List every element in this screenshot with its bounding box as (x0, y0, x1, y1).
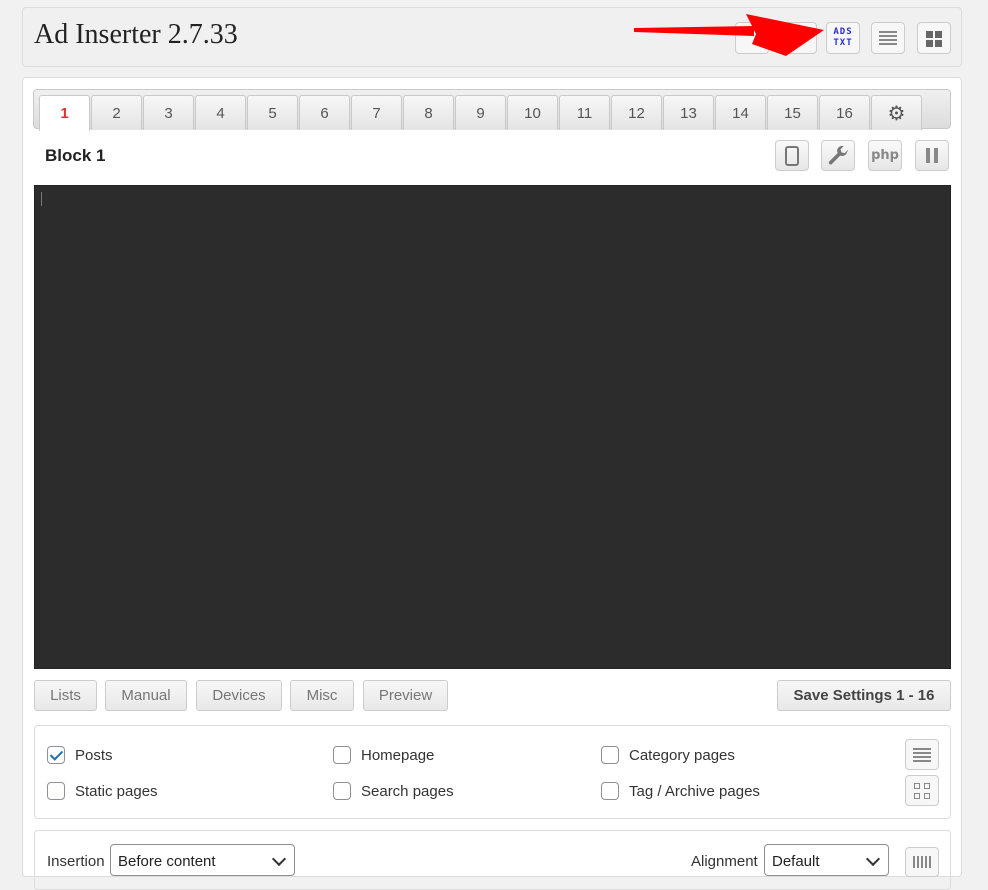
check-tag[interactable]: Tag / Archive pages (601, 782, 760, 800)
alignment-value: Default (772, 853, 820, 870)
static-label: Static pages (75, 782, 158, 800)
tab-2[interactable]: 2 (91, 95, 142, 130)
ads-txt-line1: ADS (833, 27, 853, 37)
page-types-box: Posts Homepage Category pages Static pag… (34, 725, 951, 819)
red-arrow-annotation (634, 14, 824, 56)
search-label: Search pages (361, 782, 454, 800)
ads-txt-button[interactable]: ADS TXT (826, 22, 860, 54)
grid-view-button[interactable] (917, 22, 951, 54)
php-button[interactable]: php (868, 140, 902, 171)
manual-button[interactable]: Manual (105, 680, 187, 711)
preview-button[interactable]: Preview (363, 680, 448, 711)
tab-settings[interactable]: ⚙ (871, 95, 922, 130)
list-view-button[interactable] (871, 22, 905, 54)
tab-14[interactable]: 14 (715, 95, 766, 130)
homepage-checkbox[interactable] (333, 746, 351, 764)
list-icon (879, 31, 897, 45)
keyboard-button[interactable] (905, 847, 939, 877)
posts-label: Posts (75, 746, 113, 764)
app-title: Ad Inserter 2.7.33 (34, 19, 238, 50)
tab-8[interactable]: 8 (403, 95, 454, 130)
device-button[interactable] (775, 140, 809, 171)
chevron-down-icon (865, 851, 881, 867)
chevron-down-icon (271, 851, 287, 867)
alignment-label: Alignment (691, 853, 758, 870)
insertion-value: Before content (118, 853, 216, 870)
alignment-select[interactable]: Default (764, 844, 889, 876)
tab-10[interactable]: 10 (507, 95, 558, 130)
save-settings-button[interactable]: Save Settings 1 - 16 (777, 680, 951, 711)
php-label: php (871, 148, 899, 163)
block-title: Block 1 (45, 146, 106, 165)
static-checkbox[interactable] (47, 782, 65, 800)
homepage-label: Homepage (361, 746, 435, 764)
check-category[interactable]: Category pages (601, 746, 735, 764)
devices-button[interactable]: Devices (196, 680, 282, 711)
main-panel: 1 2 3 4 5 6 7 8 9 10 11 12 13 14 15 16 ⚙ Block 1 php Lis… (22, 77, 962, 890)
ads-txt-line2: TXT (833, 38, 853, 48)
tab-13[interactable]: 13 (663, 95, 714, 130)
tab-5[interactable]: 5 (247, 95, 298, 130)
tag-label: Tag / Archive pages (629, 782, 760, 800)
insertion-select[interactable]: Before content (110, 844, 295, 876)
keyboard-icon (913, 856, 931, 868)
wrench-button[interactable] (821, 140, 855, 171)
block-tabs: 1 2 3 4 5 6 7 8 9 10 11 12 13 14 15 16 ⚙ (33, 89, 951, 131)
tab-3[interactable]: 3 (143, 95, 194, 130)
tab-12[interactable]: 12 (611, 95, 662, 130)
tab-16[interactable]: 16 (819, 95, 870, 130)
posts-checkbox[interactable] (47, 746, 65, 764)
category-label: Category pages (629, 746, 735, 764)
misc-button[interactable]: Misc (290, 680, 354, 711)
code-editor[interactable] (34, 185, 951, 669)
tab-6[interactable]: 6 (299, 95, 350, 130)
editor-caret (41, 192, 42, 206)
gear-icon: ⚙ (887, 102, 906, 125)
search-checkbox[interactable] (333, 782, 351, 800)
tab-9[interactable]: 9 (455, 95, 506, 130)
pause-button[interactable] (915, 140, 949, 171)
check-posts[interactable]: Posts (47, 746, 113, 764)
tab-4[interactable]: 4 (195, 95, 246, 130)
lists-toggle-button[interactable] (905, 739, 939, 770)
insertion-label: Insertion (47, 853, 105, 870)
phone-icon (785, 145, 799, 166)
insertion-box: Insertion Before content Alignment Defau… (34, 830, 951, 890)
tab-11[interactable]: 11 (559, 95, 610, 130)
qr-button[interactable] (905, 775, 939, 806)
tab-1[interactable]: 1 (39, 95, 90, 131)
category-checkbox[interactable] (601, 746, 619, 764)
pause-icon (926, 148, 938, 163)
check-homepage[interactable]: Homepage (333, 746, 434, 764)
tag-checkbox[interactable] (601, 782, 619, 800)
lists-button[interactable]: Lists (34, 680, 97, 711)
tab-15[interactable]: 15 (767, 95, 818, 130)
check-search[interactable]: Search pages (333, 782, 454, 800)
tab-7[interactable]: 7 (351, 95, 402, 130)
wrench-icon (828, 145, 849, 164)
list-icon (913, 748, 931, 762)
check-static[interactable]: Static pages (47, 782, 158, 800)
